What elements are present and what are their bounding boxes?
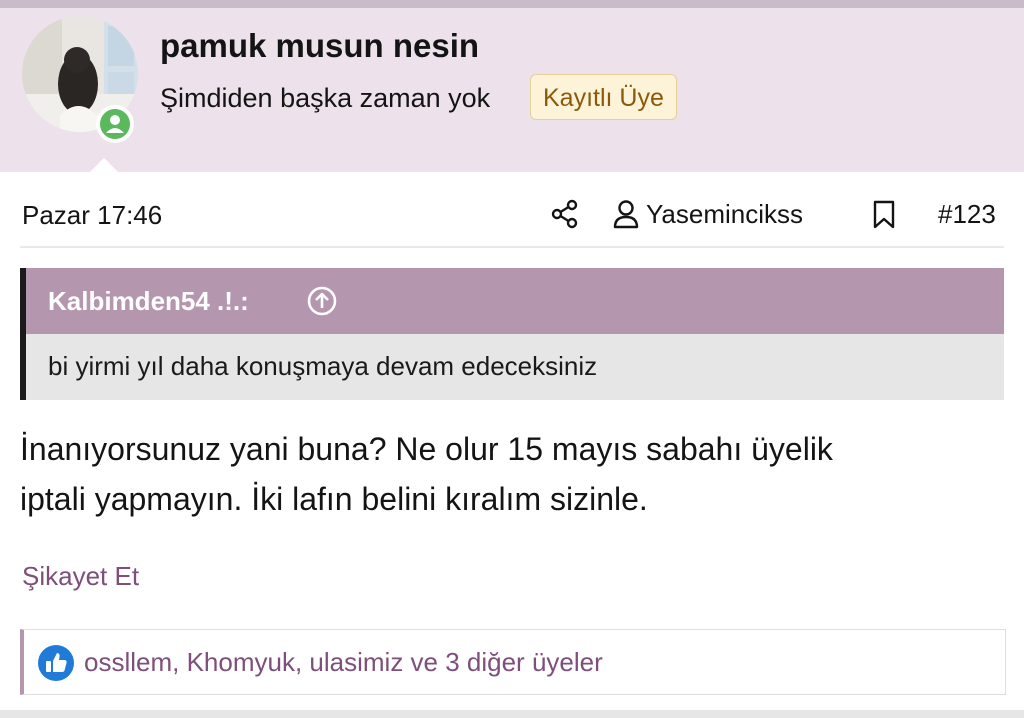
bottom-edge (0, 710, 1024, 718)
arrow-up-circle-icon[interactable] (306, 285, 338, 317)
author-header: pamuk musun nesin Şimdiden başka zaman y… (0, 8, 1024, 180)
top-edge (0, 0, 1024, 8)
quote-header: Kalbimden54 .!.: (26, 268, 1004, 334)
post-meta-row: Pazar 17:46 Yasemincikss #123 (0, 172, 1024, 250)
quote-text: bi yirmi yıl daha konuşmaya devam edecek… (48, 351, 598, 381)
online-status-badge (96, 105, 134, 143)
author-custom-title: Şimdiden başka zaman yok (160, 83, 491, 113)
forum-post-page: pamuk musun nesin Şimdiden başka zaman y… (0, 0, 1024, 718)
bookmark-icon[interactable] (872, 200, 896, 230)
online-user-icon (106, 115, 124, 133)
like-icon (38, 645, 74, 681)
post-number[interactable]: #123 (938, 198, 996, 230)
post-date[interactable]: Pazar 17:46 (22, 199, 162, 231)
reactions-bar: ossllem, Khomyuk, ulasimiz ve 3 diğer üy… (20, 629, 1006, 695)
member-banner: Kayıtlı Üye (530, 74, 677, 120)
report-link[interactable]: Şikayet Et (22, 559, 139, 593)
message-line: iptali yapmayın. İki lafın belini kıralı… (20, 481, 648, 517)
user-icon (613, 200, 639, 229)
message-line: İnanıyorsunuz yani buna? Ne olur 15 mayı… (20, 431, 833, 467)
quote-block: Kalbimden54 .!.: bi yirmi yıl daha konuş… (20, 268, 1004, 400)
quote-author[interactable]: Kalbimden54 .!.: (48, 284, 249, 318)
reporter-username[interactable]: Yasemincikss (646, 198, 803, 230)
share-icon[interactable] (550, 199, 580, 229)
author-username[interactable]: pamuk musun nesin (160, 26, 479, 66)
post-message: İnanıyorsunuz yani buna? Ne olur 15 mayı… (20, 424, 1004, 524)
meta-divider (20, 246, 1004, 248)
reactions-users[interactable]: ossllem, Khomyuk, ulasimiz ve 3 diğer üy… (84, 645, 603, 679)
